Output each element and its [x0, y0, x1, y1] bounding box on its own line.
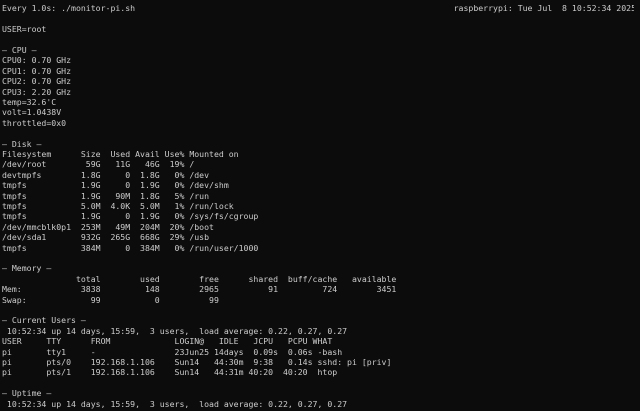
memory-section-title: – Memory – — [2, 263, 52, 274]
users-row: pi pts/1 192.168.1.106 Sun14 44:31m 40:2… — [2, 367, 338, 378]
users-section-title: – Current Users – — [2, 315, 86, 326]
user-line: USER=root — [2, 24, 47, 34]
disk-table-header: Filesystem Size Used Avail Use% Mounted … — [2, 149, 239, 159]
terminal-scrollbar[interactable] — [634, 0, 640, 411]
cpu-section-title: – CPU – — [2, 45, 37, 55]
throttled-line: throttled=0x0 — [2, 117, 67, 128]
watch-command-header: Every 1.0s: ./monitor-pi.sh — [2, 3, 136, 13]
memory-row-swap: Swap: 99 0 99 — [2, 294, 219, 305]
disk-row: devtmpfs 1.8G 0 1.8G 0% /dev — [2, 169, 210, 180]
memory-table-header: total used free shared buff/cache availa… — [2, 273, 397, 284]
host-timestamp-header: raspberrypi: Tue Jul 8 10:52:34 2025 — [453, 3, 636, 13]
volt-line: volt=1.0438V — [2, 107, 62, 118]
uptime-section-title: – Uptime – — [2, 388, 52, 399]
disk-row: /dev/sda1 932G 265G 668G 29% /usb — [2, 232, 210, 243]
disk-row: tmpfs 1.9G 90M 1.8G 5% /run — [2, 190, 210, 201]
disk-row: /dev/mmcblk0p1 253M 49M 204M 20% /boot — [2, 221, 214, 232]
disk-row: tmpfs 384M 0 384M 0% /run/user/1000 — [2, 242, 259, 253]
disk-row: tmpfs 5.0M 4.0K 5.0M 1% /run/lock — [2, 201, 234, 211]
disk-row: tmpfs 1.9G 0 1.9G 0% /sys/fs/cgroup — [2, 211, 259, 222]
cpu-line: CPU1: 0.70 GHz — [2, 65, 72, 76]
uptime-line: 10:52:34 up 14 days, 15:59, 3 users, loa… — [2, 398, 348, 409]
disk-row: tmpfs 1.9G 0 1.9G 0% /dev/shm — [2, 180, 229, 191]
memory-row-mem: Mem: 3838 148 2965 91 724 3451 — [2, 284, 397, 295]
cpu-line: CPU0: 0.70 GHz — [2, 55, 72, 66]
cpu-line: CPU3: 2.20 GHz — [2, 86, 72, 97]
users-summary-line: 10:52:34 up 14 days, 15:59, 3 users, loa… — [2, 325, 348, 336]
disk-row: /dev/root 59G 11G 46G 19% / — [2, 159, 195, 170]
disk-section-title: – Disk – — [2, 138, 42, 149]
cpu-line: CPU2: 0.70 GHz — [2, 76, 72, 87]
terminal-window[interactable]: Every 1.0s: ./monitor-pi.sh raspberrypi:… — [0, 0, 640, 411]
users-table-header: USER TTY FROM LOGIN@ IDLE JCPU PCPU WHAT — [2, 336, 333, 347]
temp-line: temp=32.6'C — [2, 97, 57, 107]
users-row: pi tty1 - 23Jun25 14days 0.09s 0.06s -ba… — [2, 346, 343, 357]
users-row: pi pts/0 192.168.1.106 Sun14 44:30m 9:38… — [2, 357, 392, 367]
